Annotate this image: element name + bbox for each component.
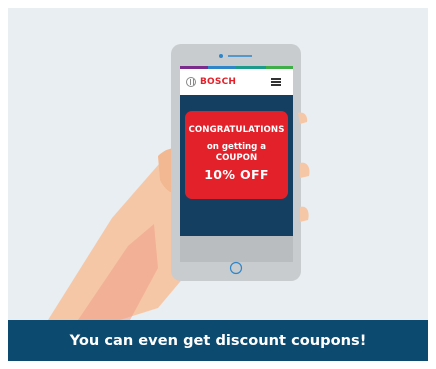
bosch-logo-icon	[186, 77, 196, 87]
caption-text: You can even get discount coupons!	[69, 332, 367, 349]
brand-name: BOSCH	[200, 77, 237, 87]
coupon-discount: 10% OFF	[204, 167, 269, 182]
finger-3	[300, 206, 309, 222]
hamburger-menu-icon[interactable]	[271, 78, 281, 86]
app-header-bar: BOSCH	[176, 69, 291, 95]
coupon-label: COUPON	[215, 153, 258, 163]
coupon-congratulations: CONGRATULATIONS	[188, 125, 285, 135]
caption-banner: You can even get discount coupons!	[8, 320, 428, 361]
phone-camera-dot	[219, 54, 223, 58]
coupon-card[interactable]: CONGRATULATIONS on getting a COUPON 10% …	[185, 111, 288, 199]
illustration-card: BOSCH CONGRATULATIONS on getting a COUPO…	[8, 8, 428, 361]
screen-gray-bar	[180, 236, 293, 262]
coupon-subtitle: on getting a	[206, 142, 267, 152]
finger-2	[300, 162, 310, 178]
